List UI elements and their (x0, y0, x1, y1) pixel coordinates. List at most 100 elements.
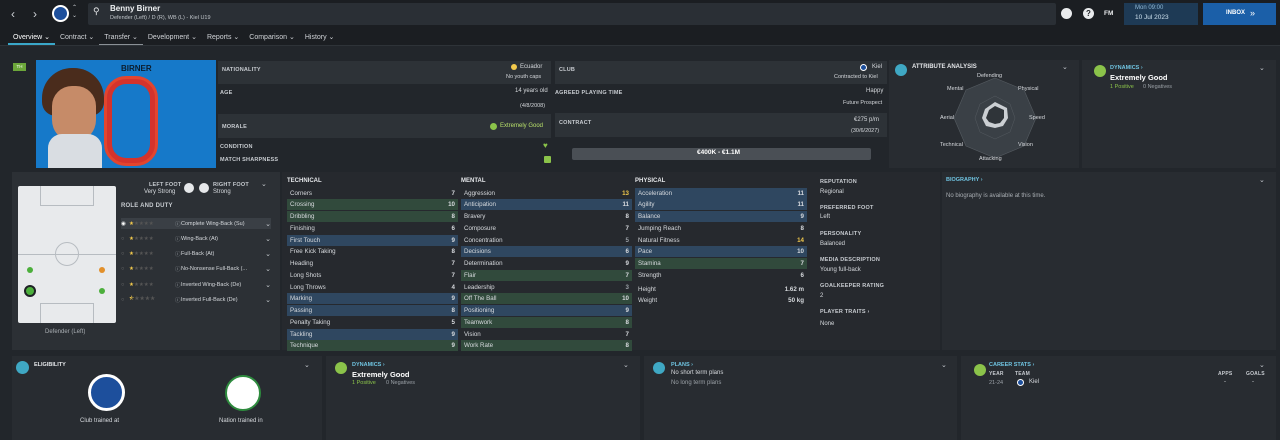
position-dot[interactable] (99, 267, 105, 273)
club-value[interactable]: Kiel (872, 64, 882, 70)
attr-row[interactable]: Penalty Taking 5 (287, 317, 458, 328)
attr-row[interactable]: Finishing 6 (287, 223, 458, 234)
attr-row[interactable]: Natural Fitness 14 (635, 235, 807, 246)
attr-row[interactable]: Stamina 7 (635, 258, 807, 269)
nation-crest-icon[interactable] (225, 375, 261, 411)
attr-row[interactable]: Pace 10 (635, 246, 807, 257)
chevron-down-icon[interactable]: ⌄ (1259, 361, 1265, 369)
attr-row[interactable]: Acceleration 11 (635, 188, 807, 199)
role-row[interactable]: ○ ★★★★★ ⓘ Full-Back (At) ⌄ (121, 248, 271, 259)
attr-row[interactable]: Tackling 9 (287, 329, 458, 340)
club-switch-icon[interactable]: ⌃ ⌄ (72, 4, 77, 20)
attr-row[interactable]: Heading 7 (287, 258, 458, 269)
dynamics-negative: 0 Negatives (1143, 84, 1173, 90)
role-row[interactable]: ◉ ★★★★★ ⓘ Complete Wing-Back (Su) ⌄ (121, 218, 271, 229)
attr-row[interactable]: Dribbling 8 (287, 211, 458, 222)
attr-row[interactable]: Marking 9 (287, 293, 458, 304)
chevron-down-icon[interactable]: ⌄ (1259, 176, 1265, 184)
right-foot-label: RIGHT FOOT (213, 182, 249, 188)
dynamics-title[interactable]: DYNAMICS › (1110, 65, 1143, 71)
eligibility-icon (16, 361, 29, 374)
chevron-down-icon[interactable]: ⌄ (623, 361, 629, 369)
eligibility-panel (12, 356, 322, 440)
attr-row[interactable]: Long Throws 4 (287, 282, 458, 293)
player-traits-link[interactable]: PLAYER TRAITS › (820, 309, 870, 315)
attr-row[interactable]: Work Rate 8 (461, 340, 632, 351)
back-arrow-icon[interactable]: ‹ (11, 7, 15, 21)
morale-value[interactable]: Extremely Good (500, 123, 543, 129)
attr-row[interactable]: Corners 7 (287, 188, 458, 199)
attr-row[interactable]: Technique 9 (287, 340, 458, 351)
forward-arrow-icon[interactable]: › (33, 7, 37, 21)
inbox-label: INBOX (1226, 10, 1246, 16)
attr-row[interactable]: Crossing 10 (287, 199, 458, 210)
nationality-value[interactable]: Ecuador (520, 64, 542, 70)
attr-row[interactable]: Strength 6 (635, 270, 807, 281)
biography-title[interactable]: BIOGRAPHY › (946, 177, 983, 183)
chevron-down-icon[interactable]: ⌄ (941, 361, 947, 369)
continue-arrow-icon: » (1250, 8, 1256, 18)
kiel-crest-icon[interactable] (88, 374, 125, 411)
tab-history[interactable]: History ⌄ (300, 30, 340, 45)
attr-row[interactable]: Jumping Reach 8 (635, 223, 807, 234)
attr-row[interactable]: Aggression 13 (461, 188, 632, 199)
role-row[interactable]: ○ ★★★★★ ⓘ Inverted Wing-Back (De) ⌄ (121, 279, 271, 290)
dynamics-value: Extremely Good (1110, 73, 1168, 82)
tab-contract[interactable]: Contract ⌄ (55, 30, 99, 45)
attr-row[interactable]: Vision 7 (461, 329, 632, 340)
plans-title[interactable]: PLANS › (671, 362, 693, 368)
attr-row[interactable]: Off The Ball 10 (461, 293, 632, 304)
attr-row[interactable]: Concentration 5 (461, 235, 632, 246)
attr-row[interactable]: First Touch 9 (287, 235, 458, 246)
weight-row: Weight 50 kg (638, 297, 804, 304)
chevron-down-icon[interactable]: ⌄ (261, 180, 267, 188)
role-duty-title: ROLE AND DUTY (121, 203, 173, 209)
career-stats-title[interactable]: CAREER STATS › (989, 362, 1034, 368)
position-dot[interactable] (99, 288, 105, 294)
year-header: YEAR (989, 371, 1004, 377)
attr-row[interactable]: Bravery 8 (461, 211, 632, 222)
tab-transfer[interactable]: Transfer ⌄ (99, 30, 143, 45)
tab-overview[interactable]: Overview ⌄ (8, 30, 55, 45)
height-row: Height 1.62 m (638, 286, 804, 293)
club-crest-icon[interactable] (52, 5, 69, 22)
tab-comparison[interactable]: Comparison ⌄ (244, 30, 300, 45)
attr-row[interactable]: Free Kick Taking 8 (287, 246, 458, 257)
attr-row[interactable]: Decisions 6 (461, 246, 632, 257)
attr-row[interactable]: Composure 7 (461, 223, 632, 234)
attr-row[interactable]: Determination 9 (461, 258, 632, 269)
dynamics-title[interactable]: DYNAMICS › (352, 362, 385, 368)
attr-row[interactable]: Positioning 9 (461, 305, 632, 316)
search-icon[interactable]: ⚲ (93, 6, 100, 17)
position-dot[interactable] (27, 267, 33, 273)
youth-caps: No youth caps (506, 74, 542, 80)
plans-panel (644, 356, 957, 440)
attr-row[interactable]: Anticipation 11 (461, 199, 632, 210)
tab-reports[interactable]: Reports ⌄ (202, 30, 244, 45)
attr-row[interactable]: Passing 8 (287, 305, 458, 316)
help-icon[interactable]: ? (1083, 8, 1094, 19)
attr-row[interactable]: Long Shots 7 (287, 270, 458, 281)
tab-development[interactable]: Development ⌄ (143, 30, 202, 45)
eligibility-title: ELIGIBILITY (34, 362, 66, 368)
axis-physical: Physical (1018, 86, 1039, 92)
dynamics-icon (1094, 65, 1106, 77)
attr-row[interactable]: Balance 9 (635, 211, 807, 222)
chevron-down-icon[interactable]: ⌄ (1062, 63, 1068, 71)
attr-row[interactable]: Leadership 3 (461, 282, 632, 293)
chevron-down-icon[interactable]: ⌄ (1259, 64, 1265, 72)
chevron-down-icon[interactable]: ⌄ (304, 361, 310, 369)
football-icon[interactable] (1061, 8, 1072, 19)
attr-row[interactable]: Teamwork 8 (461, 317, 632, 328)
role-row[interactable]: ○ ★★★★★ ⓘ Wing-Back (At) ⌄ (121, 233, 271, 244)
fm-menu-button[interactable]: FM (1104, 10, 1113, 17)
career-team[interactable]: Kiel (1029, 379, 1039, 385)
role-row[interactable]: ○ ⯪★★★★ ⓘ Inverted Full-Back (De) ⌄ (121, 294, 271, 305)
attr-row[interactable]: Agility 11 (635, 199, 807, 210)
natural-position-dot[interactable] (24, 285, 36, 297)
search-bar[interactable] (88, 3, 1056, 25)
role-row[interactable]: ○ ★★★★★ ⓘ No-Nonsense Full-Back (... ⌄ (121, 263, 271, 274)
attr-row[interactable]: Flair 7 (461, 270, 632, 281)
date-label: 10 Jul 2023 (1135, 14, 1169, 21)
reputation-value: Regional (820, 189, 844, 195)
